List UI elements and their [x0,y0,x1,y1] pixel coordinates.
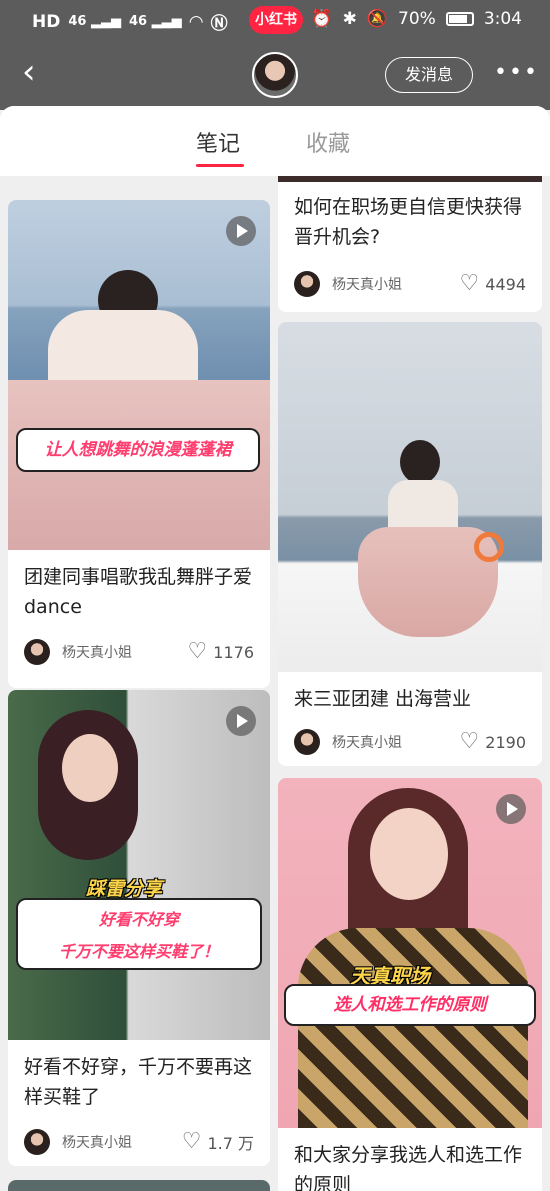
note-title: 和大家分享我选人和选工作的原则 [294,1140,530,1191]
note-cover-image [8,1180,270,1191]
heart-icon[interactable]: ♡ [460,729,480,755]
note-title: 来三亚团建 出海营业 [294,684,530,714]
back-button[interactable]: ‹ [22,54,36,90]
author-name: 杨天真小姐 [332,277,402,293]
active-tab-indicator [196,164,244,167]
profile-avatar[interactable] [252,52,298,98]
note-cover-image [278,176,542,182]
signal-icon-2: 46 ▂▃▅ [128,14,182,29]
note-title-text: 和大家分享我选人和选工作的原则 [294,1144,523,1191]
profile-header: ‹ 发消息 ••• [0,40,550,110]
nfc-icon: Ⓝ [210,14,228,34]
note-title-text: 团建同事唱歌我乱舞胖子爱dance [24,566,253,618]
author-avatar [24,1129,50,1155]
note-card[interactable]: 来三亚团建 出海营业 杨天真小姐 ♡ 2190 [278,322,542,766]
content-sheet: 笔记 收藏 让人想跳舞的浪漫蓬蓬裙 团建同事唱歌我乱舞胖子爱dance 杨天真小… [0,106,550,1191]
video-play-icon [226,216,256,246]
like-count: 4494 [485,274,526,294]
person-silhouette [400,440,440,484]
like-count: 1176 [213,642,254,662]
video-play-icon [226,706,256,736]
signal-indicators: HD 46 ▂▃▅ 46 ▂▃▅ ◠ Ⓝ [32,9,228,35]
app-name-badge: 小红书 [249,6,303,34]
send-message-button[interactable]: 发消息 [385,57,473,93]
person-cardigan [298,928,528,1128]
heart-icon[interactable]: ♡ [188,639,208,665]
note-card[interactable]: 天真职场 选人和选工作的原则 和大家分享我选人和选工作的原则 [278,778,542,1191]
wifi-icon: ◠ [189,11,203,32]
cover-caption: 好看不好穿 千万不要这样买鞋了！ [16,898,262,970]
cover-caption-line-1: 好看不好穿 [98,910,179,929]
person-face [62,734,118,802]
author-avatar [294,729,320,755]
cover-caption: 选人和选工作的原则 [284,984,536,1026]
battery-percent: 70% [398,9,436,29]
heart-icon[interactable]: ♡ [182,1129,202,1155]
note-title: 团建同事唱歌我乱舞胖子爱dance [24,562,258,622]
video-play-icon [496,794,526,824]
alarm-icon: ⏰ [311,9,333,29]
more-icon[interactable]: ••• [494,60,539,85]
note-title-text: 好看不好穿，千万不要再这样买鞋了 [24,1056,253,1108]
note-cover-image: 让人想跳舞的浪漫蓬蓬裙 [8,200,270,550]
mute-icon: 🔕 [366,9,389,29]
note-title-text: 来三亚团建 出海营业 [294,688,472,710]
note-meta: 杨天真小姐 ♡ 4494 [294,269,526,299]
tab-bar: 笔记 收藏 [0,106,550,176]
chevron-left-icon: ‹ [22,52,36,92]
note-cover-image: 踩雷分享 好看不好穿 千万不要这样买鞋了！ [8,690,270,1040]
note-title: 好看不好穿，千万不要再这样买鞋了 [24,1052,258,1112]
life-ring [474,532,504,562]
author-name: 杨天真小姐 [62,645,132,661]
author-name: 杨天真小姐 [332,735,402,751]
note-title: 如何在职场更自信更快获得晋升机会? [294,192,530,252]
clock: 3:04 [483,9,522,29]
note-card[interactable]: 让人想跳舞的浪漫蓬蓬裙 团建同事唱歌我乱舞胖子爱dance 杨天真小姐 ♡ 11… [8,200,270,688]
author-avatar [24,639,50,665]
note-meta: 杨天真小姐 ♡ 1176 [24,637,254,667]
note-cover-image [278,322,542,672]
author-avatar [294,271,320,297]
hd-icon: HD [32,11,61,32]
note-title-text: 如何在职场更自信更快获得晋升机会? [294,196,523,248]
note-card[interactable]: 如何在职场更自信更快获得晋升机会? 杨天真小姐 ♡ 4494 [278,176,542,312]
tab-notes[interactable]: 笔记 [196,126,240,158]
cover-caption: 让人想跳舞的浪漫蓬蓬裙 [16,428,260,472]
battery-icon [445,12,474,26]
like-count: 1.7 万 [207,1134,254,1153]
note-meta: 杨天真小姐 ♡ 1.7 万 [24,1127,254,1157]
cover-caption-top: 踩雷分享 [86,878,163,900]
note-cover-image: 天真职场 选人和选工作的原则 [278,778,542,1128]
author-name: 杨天真小姐 [62,1135,132,1151]
tab-favorites[interactable]: 收藏 [306,126,350,158]
signal-icon: 46 ▂▃▅ [68,14,121,29]
cover-caption-line-2: 千万不要这样买鞋了！ [58,942,219,961]
heart-icon[interactable]: ♡ [460,271,480,297]
status-right: ⏰ ✱ 🔕 70% 3:04 [311,9,522,29]
bluetooth-icon: ✱ [342,9,357,29]
note-card[interactable]: 踩雷分享 好看不好穿 千万不要这样买鞋了！ 好看不好穿，千万不要再这样买鞋了 杨… [8,690,270,1166]
person-face [370,808,448,900]
status-bar: HD 46 ▂▃▅ 46 ▂▃▅ ◠ Ⓝ 小红书 ⏰ ✱ 🔕 70% 3:04 [0,0,550,40]
note-card[interactable] [8,1180,270,1191]
like-count: 2190 [485,732,526,752]
note-meta: 杨天真小姐 ♡ 2190 [294,727,526,757]
